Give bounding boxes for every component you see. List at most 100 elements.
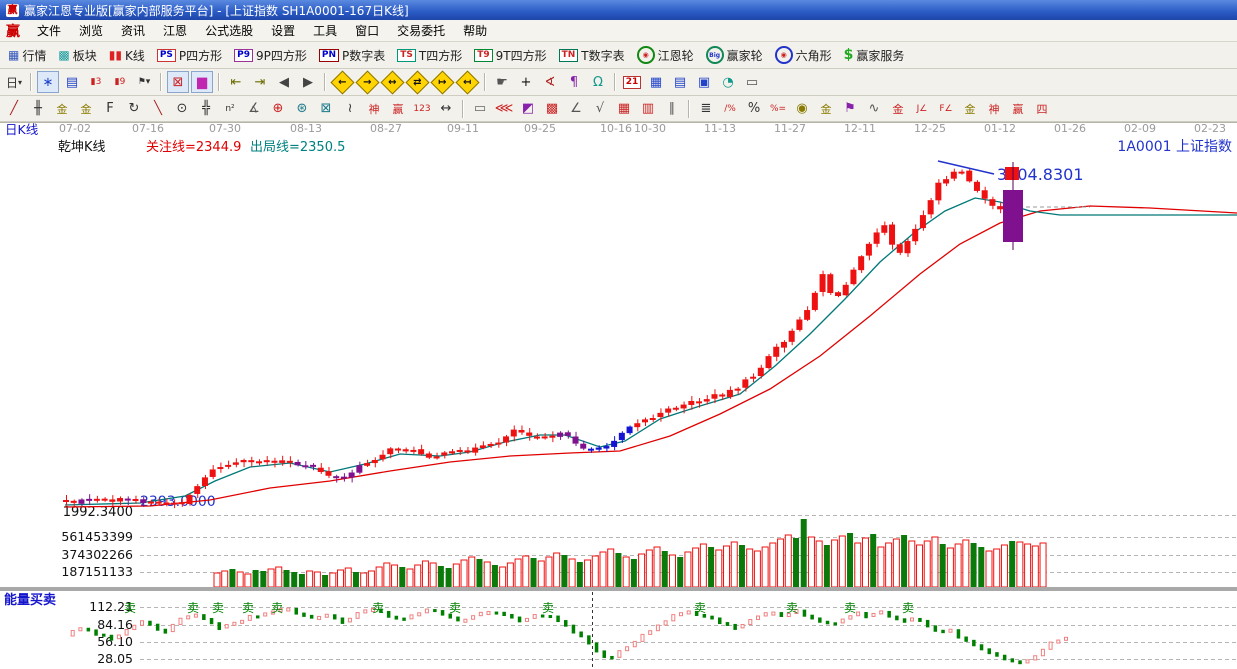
- toolbar-item-9P四方形[interactable]: P99P四方形: [228, 45, 313, 66]
- gold-grid2-icon[interactable]: 金: [75, 98, 97, 120]
- menu-item-8[interactable]: 交易委托: [388, 22, 454, 40]
- gold-grid-icon[interactable]: 金: [51, 98, 73, 120]
- n2-grid-icon[interactable]: n²: [219, 98, 241, 120]
- shen-angle-icon[interactable]: 神: [983, 98, 1005, 120]
- menu-item-6[interactable]: 工具: [304, 22, 346, 40]
- wave-band-icon[interactable]: ∿: [863, 98, 885, 120]
- diamond-right-icon[interactable]: →: [356, 71, 379, 93]
- diamond-swap-icon[interactable]: ⇄: [406, 71, 429, 93]
- f-angle-icon[interactable]: F∠: [935, 98, 957, 120]
- panel-separator[interactable]: [0, 587, 1237, 591]
- toolbar-item-行情[interactable]: ▦行情: [2, 45, 52, 66]
- calendar-icon[interactable]: 21: [621, 71, 643, 93]
- brush-icon[interactable]: ╱: [3, 98, 25, 120]
- histogram-icon[interactable]: ▆: [191, 71, 213, 93]
- grid-ruler-icon[interactable]: ╫: [27, 98, 49, 120]
- shen-grid-icon[interactable]: 神: [363, 98, 385, 120]
- toolbar-item-9T四方形[interactable]: T99T四方形: [468, 45, 552, 66]
- diamond-in-icon[interactable]: ↦: [431, 71, 454, 93]
- fan-lines-icon[interactable]: ⋘: [493, 98, 515, 120]
- save-icon[interactable]: ▣: [693, 71, 715, 93]
- menu-item-9[interactable]: 帮助: [454, 22, 496, 40]
- network-icon[interactable]: ∗: [37, 71, 59, 93]
- menu-item-1[interactable]: 浏览: [70, 22, 112, 40]
- world-clock-icon[interactable]: ◔: [717, 71, 739, 93]
- gold-circle-icon[interactable]: ◉: [791, 98, 813, 120]
- hand-icon[interactable]: ☛: [491, 71, 513, 93]
- document-icon[interactable]: ▤: [61, 71, 83, 93]
- red-grid-icon[interactable]: ▦: [613, 98, 635, 120]
- angle-measure-icon[interactable]: ∢: [539, 71, 561, 93]
- toolbar-item-K线[interactable]: ▮▮K线: [103, 45, 151, 66]
- region-icon[interactable]: ⊠: [167, 71, 189, 93]
- profile-icon[interactable]: ≣: [695, 98, 717, 120]
- spiral-icon[interactable]: ↻: [123, 98, 145, 120]
- menu-item-7[interactable]: 窗口: [346, 22, 388, 40]
- toolbar-item-T数字表[interactable]: TNT数字表: [553, 45, 631, 66]
- next-page-icon[interactable]: ▶: [297, 71, 319, 93]
- toolbar-item-赢家轮[interactable]: Big赢家轮: [700, 44, 769, 66]
- toolbar-item-T四方形[interactable]: TST四方形: [391, 45, 468, 66]
- compass-icon[interactable]: ⊕: [267, 98, 289, 120]
- pulse-icon[interactable]: ≀: [339, 98, 361, 120]
- gold-red-lines-icon[interactable]: 金: [887, 98, 909, 120]
- hspan-icon[interactable]: ↔: [435, 98, 457, 120]
- pct-slash-icon[interactable]: /%: [719, 98, 741, 120]
- mirror-angle-icon[interactable]: ∡: [243, 98, 265, 120]
- pct-lines-icon[interactable]: %=: [767, 98, 789, 120]
- spiderweb-box-icon[interactable]: ⊠: [315, 98, 337, 120]
- spiderweb-icon[interactable]: ⊛: [291, 98, 313, 120]
- si-angle-icon[interactable]: 四: [1031, 98, 1053, 120]
- sell-marker: 卖: [694, 601, 706, 615]
- brush2-icon[interactable]: ╲: [147, 98, 169, 120]
- flag-dropdown-icon[interactable]: ⚑▾: [133, 71, 155, 93]
- bars3-icon[interactable]: ▮3: [85, 71, 107, 93]
- menu-item-4[interactable]: 公式选股: [196, 22, 262, 40]
- grid-ruler2-icon[interactable]: ╬: [195, 98, 217, 120]
- prev-page-icon[interactable]: ◀: [273, 71, 295, 93]
- calculator-icon[interactable]: ▦: [645, 71, 667, 93]
- pencil-fan-icon[interactable]: ∠: [565, 98, 587, 120]
- toolbar-item-P数字表[interactable]: PNP数字表: [313, 45, 391, 66]
- ying-angle-icon[interactable]: 赢: [1007, 98, 1029, 120]
- print-icon[interactable]: ▭: [741, 71, 763, 93]
- period-day-dropdown[interactable]: 日▾: [3, 71, 25, 93]
- box-tool-icon[interactable]: ▭: [469, 98, 491, 120]
- toolbar-item-P四方形[interactable]: PSP四方形: [151, 45, 228, 66]
- notes-icon[interactable]: ▤: [669, 71, 691, 93]
- time-cycle-icon[interactable]: ⊙: [171, 98, 193, 120]
- chart-area[interactable]: 07-0207-1607-3008-1308-2709-1109-2510-16…: [0, 122, 1237, 669]
- fan-box-icon[interactable]: ◩: [517, 98, 539, 120]
- crosshair-icon[interactable]: +: [515, 71, 537, 93]
- ying-grid-icon[interactable]: 赢: [387, 98, 409, 120]
- gann-shape-icon[interactable]: ¶: [563, 71, 585, 93]
- diamond-out-icon[interactable]: ↤: [456, 71, 479, 93]
- gold-lines-icon[interactable]: 金: [815, 98, 837, 120]
- toolbar-item-板块[interactable]: ▩板块: [52, 45, 102, 66]
- menu-item-3[interactable]: 江恩: [154, 22, 196, 40]
- toolbar-item-江恩轮[interactable]: ◉江恩轮: [631, 44, 700, 66]
- menu-item-0[interactable]: 文件: [28, 22, 70, 40]
- flag-pen-icon[interactable]: ⚑: [839, 98, 861, 120]
- j-angle-icon[interactable]: J∠: [911, 98, 933, 120]
- toolbar-item-赢家服务[interactable]: $赢家服务: [838, 45, 911, 66]
- menu-item-2[interactable]: 资讯: [112, 22, 154, 40]
- first-page-icon[interactable]: ⇤: [225, 71, 247, 93]
- menu-item-5[interactable]: 设置: [262, 22, 304, 40]
- diamond-expand-icon[interactable]: ↔: [381, 71, 404, 93]
- toolbar-item-六角形[interactable]: ◉六角形: [769, 44, 838, 66]
- red-grid2-icon[interactable]: ▥: [637, 98, 659, 120]
- last-page-icon[interactable]: ⇥: [249, 71, 271, 93]
- window-titlebar[interactable]: 赢 赢家江恩专业版[赢家内部服务平台] - [上证指数 SH1A0001-167…: [0, 0, 1237, 20]
- cycle-icon[interactable]: Ω: [587, 71, 609, 93]
- net-box-icon[interactable]: ▩: [541, 98, 563, 120]
- gold-angle-icon[interactable]: 金: [959, 98, 981, 120]
- f-grid-icon[interactable]: F: [99, 98, 121, 120]
- diamond-left-icon[interactable]: ←: [331, 71, 354, 93]
- num123-grid-icon[interactable]: 123: [411, 98, 433, 120]
- bars9-icon[interactable]: ▮9: [109, 71, 131, 93]
- wave-check-icon[interactable]: √: [589, 98, 611, 120]
- kline-chart-svg[interactable]: 07-0207-1607-3008-1308-2709-1109-2510-16…: [0, 122, 1237, 669]
- parallel-lines-icon[interactable]: ∥: [661, 98, 683, 120]
- percent-icon[interactable]: %: [743, 98, 765, 120]
